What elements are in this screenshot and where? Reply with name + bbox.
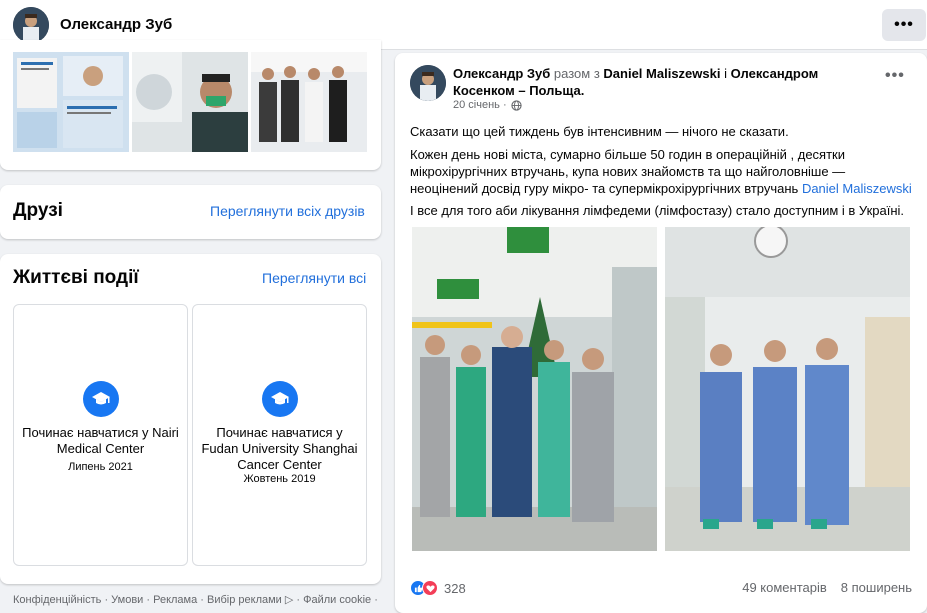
reactions-summary[interactable]: 328 (410, 580, 466, 596)
post-paragraph: Кожен день нові міста, сумарно більше 50… (410, 146, 915, 197)
life-events-title: Життєві події (13, 267, 139, 288)
post-paragraph-text: Кожен день нові міста, сумарно більше 50… (410, 147, 846, 196)
post-more-button[interactable]: ••• (885, 67, 905, 85)
photos-card (0, 40, 381, 170)
see-all-friends-link[interactable]: Переглянути всіх друзів (210, 203, 365, 219)
life-event-tile[interactable]: Починає навчатися у Nairi Medical Center… (13, 304, 188, 566)
life-event-date: Жовтень 2019 (243, 473, 316, 485)
photo-thumbnail[interactable] (251, 52, 367, 152)
shares-count[interactable]: 8 поширень (841, 580, 912, 595)
and-word: і (724, 66, 727, 81)
post-date-text: 20 січень · (453, 99, 507, 111)
more-button[interactable]: ••• (882, 9, 926, 41)
post-header: Олександр Зуб разом з Daniel Maliszewski… (453, 65, 873, 99)
post-stats: 49 коментарів 8 поширень (742, 580, 912, 595)
life-event-title: Починає навчатися у Fudan University Sha… (201, 425, 358, 472)
globe-icon (510, 99, 522, 111)
post-author-avatar[interactable] (410, 65, 446, 101)
post-timestamp[interactable]: 20 січень · (453, 99, 522, 111)
life-event-title: Починає навчатися у Nairi Medical Center (22, 425, 179, 456)
post-location[interactable]: – Польща. (518, 83, 584, 98)
more-icon: ••• (894, 16, 914, 33)
life-event-tile[interactable]: Починає навчатися у Fudan University Sha… (192, 304, 367, 566)
comments-count[interactable]: 49 коментарів (742, 580, 827, 595)
with-word: разом з (553, 66, 600, 81)
profile-avatar[interactable] (13, 7, 49, 43)
love-icon (422, 580, 438, 596)
see-all-life-events-link[interactable]: Переглянути всі (262, 270, 366, 286)
post-author-name[interactable]: Олександр Зуб (453, 66, 550, 81)
graduation-cap-icon (82, 381, 119, 417)
post-paragraph: І все для того аби лікування лімфедеми (… (410, 203, 905, 218)
post-card: Олександр Зуб разом з Daniel Maliszewski… (395, 53, 927, 613)
profile-name[interactable]: Олександр Зуб (60, 16, 172, 33)
tagged-person[interactable]: Daniel Maliszewski (603, 66, 720, 81)
friends-title: Друзі (13, 200, 63, 221)
post-photo[interactable] (412, 227, 657, 551)
life-event-date: Липень 2021 (68, 461, 133, 473)
more-icon: ••• (885, 67, 905, 84)
post-paragraph: Сказати що цей тиждень був інтенсивним —… (410, 124, 789, 139)
mention-link[interactable]: Daniel Maliszewski (802, 181, 912, 196)
post-photo[interactable] (665, 227, 910, 551)
photo-thumbnail[interactable] (13, 52, 129, 152)
friends-card: Друзі Переглянути всіх друзів (0, 185, 381, 239)
life-events-card: Життєві події Переглянути всі Починає на… (0, 254, 381, 584)
footer-links[interactable]: Конфіденційність · Умови · Реклама · Виб… (13, 593, 378, 606)
graduation-cap-icon (261, 381, 298, 417)
reactions-count: 328 (444, 580, 466, 596)
photo-thumbnail[interactable] (132, 52, 248, 152)
